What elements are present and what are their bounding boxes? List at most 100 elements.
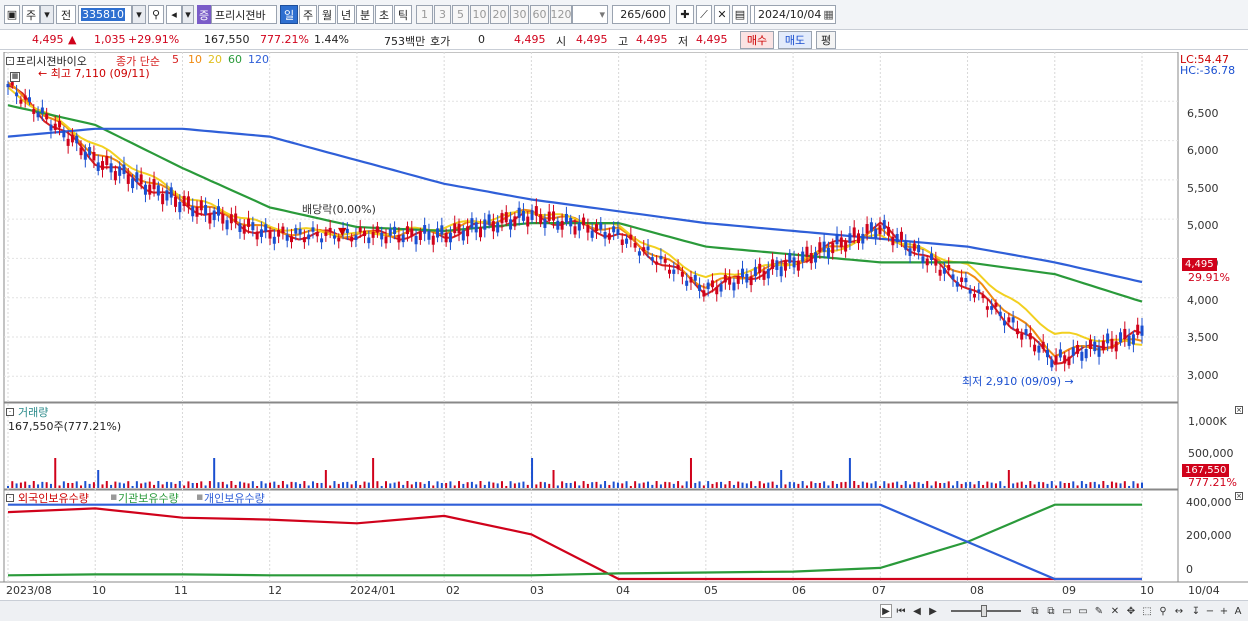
minute-option-button[interactable]: 120 [550,5,572,24]
candle-body [556,220,560,230]
zoom-icon[interactable]: ✕ [714,5,730,24]
candle-body [564,213,568,223]
candle-body [753,267,757,277]
volume-bar [715,482,718,488]
volume-bar [535,484,538,488]
panel-close-icon[interactable]: · [6,57,14,65]
volume-bar [1136,483,1139,488]
pan-tool-icon[interactable]: ✥ [1124,604,1138,618]
layout-icon-3[interactable]: ▭ [1060,604,1074,618]
speaker-dropdown-icon[interactable]: ▾ [182,5,194,24]
custom-minute-input[interactable]: ▾ [572,5,608,24]
chart-svg[interactable] [0,52,1248,600]
scroll-back-icon[interactable]: ◀ [910,604,924,618]
volume-bar [926,481,929,488]
layout-icon-2[interactable]: ⧉ [1044,604,1058,618]
candle-body [990,306,994,310]
minute-option-button[interactable]: 30 [510,5,529,24]
save-icon[interactable]: ▤ [732,5,748,24]
font-size-icon[interactable]: A [1232,604,1244,618]
minute-option-button[interactable]: 20 [490,5,509,24]
minute-option-button[interactable]: 60 [530,5,549,24]
holding-panel-close-icon[interactable]: · [6,494,14,502]
minute-option-button[interactable]: 10 [470,5,489,24]
scroll-forward-icon[interactable]: ▶ [926,604,940,618]
x-axis-label: 02 [446,584,460,597]
ruler-icon[interactable]: ↔ [1172,604,1186,618]
zoom-out-icon[interactable]: − [1204,604,1216,618]
search-icon[interactable]: ⚲ [148,5,164,24]
candle-body [122,164,126,175]
candle-body [599,222,603,230]
last-pct-tag: 29.91% [1188,271,1230,284]
interval-button[interactable]: 일 [280,5,298,24]
magnet-icon[interactable]: ⚲ [1156,604,1170,618]
candle-body [259,229,263,237]
sell-button[interactable]: 매도 [778,31,812,49]
period-type-select[interactable]: 주 [22,5,40,24]
interval-button[interactable]: 년 [337,5,355,24]
volume-bar [1141,482,1143,488]
candle-body [302,237,306,243]
candle-body [418,231,422,240]
candle-body [268,231,272,239]
candle-body [156,185,160,196]
candle-body [264,224,268,232]
holding-panel-close-button[interactable]: × [1235,492,1243,500]
interval-button[interactable]: 월 [318,5,336,24]
volume-bar [848,458,851,488]
volume-panel-close-button[interactable]: × [1235,406,1243,414]
candle-body [1050,359,1054,368]
interval-button[interactable]: 주 [299,5,317,24]
zoom-slider[interactable] [948,604,1024,618]
x-axis-label: 03 [530,584,544,597]
draw-tool-icon[interactable]: ✎ [1092,604,1106,618]
minute-option-button[interactable]: 1 [416,5,433,24]
minute-option-button[interactable]: 5 [452,5,469,24]
volume-bar [58,485,61,488]
layout-icon-1[interactable]: ⧉ [1028,604,1042,618]
volume-bar [921,483,924,488]
candle-body [594,224,598,232]
period-type-label: 주 [25,8,37,22]
interval-button[interactable]: 초 [375,5,393,24]
move-down-icon[interactable]: ↧ [1190,604,1202,618]
crosshair-tool-icon[interactable]: ✕ [1108,604,1122,618]
data-count-field[interactable]: 265/600 [612,5,670,24]
interval-button[interactable]: 틱 [394,5,412,24]
grid-icon[interactable]: ▦ [10,72,20,82]
eval-button[interactable]: 평 [816,31,836,49]
layout-icon-4[interactable]: ▭ [1076,604,1090,618]
select-tool-icon[interactable]: ⬚ [1140,604,1154,618]
buy-button[interactable]: 매수 [740,31,774,49]
minute-option-button[interactable]: 3 [434,5,451,24]
speaker-icon[interactable]: ◂ [166,5,182,24]
scroll-first-icon[interactable]: ⏮ [894,604,908,618]
price-tick-label: 6,000 [1187,144,1219,157]
candle-body [169,187,173,198]
scroll-right-icon[interactable]: ▶ [880,604,892,618]
volume-bar [793,482,796,488]
chart-window-icon[interactable]: ▣ [4,5,20,24]
volume-bar [887,483,890,488]
crosshair-icon[interactable]: ✚ [676,5,694,24]
turnover-pct: 1.44% [314,33,349,46]
candle-body [1063,355,1067,364]
volume-bar [62,481,65,488]
compare-select[interactable]: 전 [56,5,76,24]
volume-bar [883,481,886,488]
volume-bar [423,483,426,488]
draw-line-icon[interactable]: ⟋ [696,5,712,24]
candle-body [161,193,165,205]
interval-button[interactable]: 분 [356,5,374,24]
zoom-in-icon[interactable]: + [1218,604,1230,618]
chevron-down-icon[interactable]: ▾ [40,5,54,24]
volume-bar [67,482,70,488]
candle-body [294,228,298,234]
volume-panel-close-icon[interactable]: · [6,408,14,416]
stock-code-input[interactable]: 335810 [78,5,132,24]
candle-body [947,265,951,271]
chart-area[interactable]: · 프리시젼바이오 종가 단순 5 10 20 60 120 ▦ ← 최고 7,… [0,52,1248,600]
code-dropdown-icon[interactable]: ▾ [132,5,146,24]
date-input[interactable]: 2024/10/04 ▦ [754,5,836,24]
